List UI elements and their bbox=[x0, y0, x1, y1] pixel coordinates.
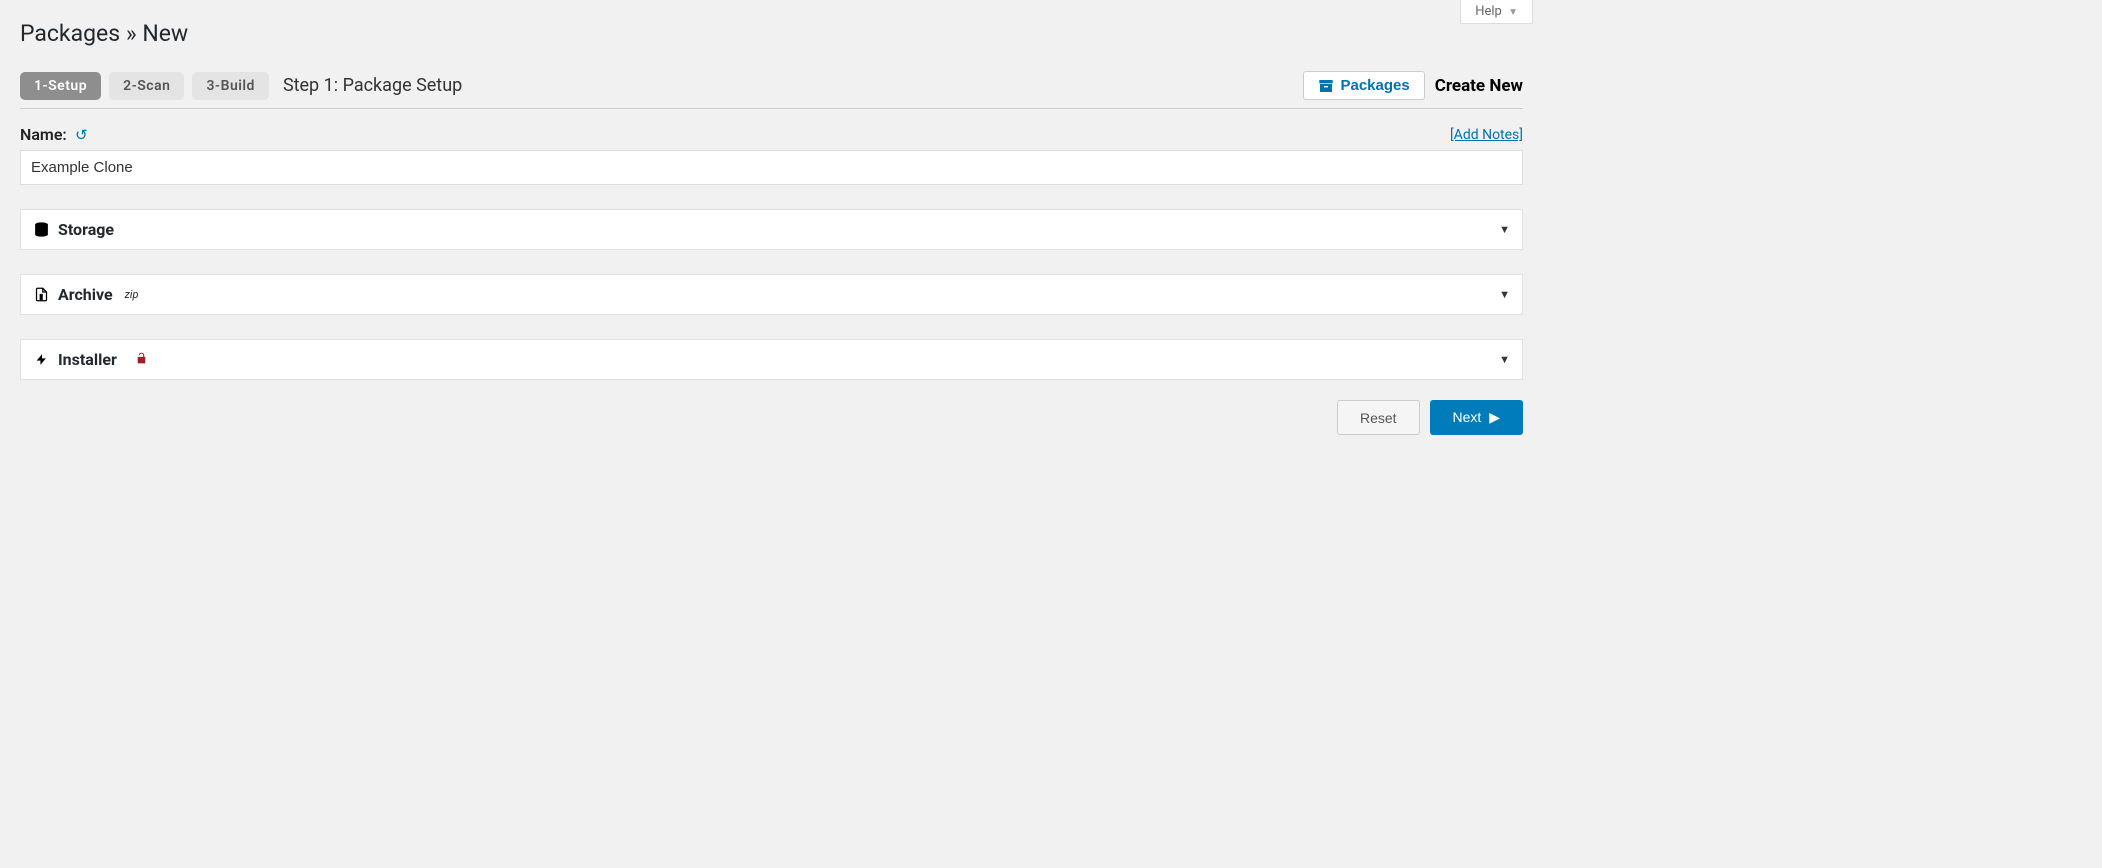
installer-panel[interactable]: Installer ▼ bbox=[20, 339, 1523, 380]
caret-down-icon: ▼ bbox=[1499, 353, 1510, 366]
help-tab[interactable]: Help ▼ bbox=[1460, 0, 1533, 24]
archive-panel-title: Archive zip bbox=[33, 285, 139, 304]
name-label: Name: bbox=[20, 125, 67, 144]
page-title: Packages » New bbox=[20, 0, 1523, 61]
reset-name-icon[interactable]: ↻ bbox=[75, 126, 88, 144]
package-name-input[interactable] bbox=[20, 150, 1523, 185]
play-icon: ▶ bbox=[1489, 409, 1500, 425]
bolt-icon bbox=[33, 351, 50, 368]
help-label: Help bbox=[1475, 4, 1502, 19]
packages-button[interactable]: Packages bbox=[1303, 71, 1424, 100]
unlock-icon bbox=[135, 351, 148, 369]
caret-down-icon: ▼ bbox=[1499, 223, 1510, 236]
step-title: Step 1: Package Setup bbox=[283, 75, 462, 96]
archive-panel[interactable]: Archive zip ▼ bbox=[20, 274, 1523, 315]
database-icon bbox=[33, 221, 50, 238]
storage-panel[interactable]: Storage ▼ bbox=[20, 209, 1523, 250]
caret-down-icon: ▼ bbox=[1508, 7, 1518, 18]
storage-panel-title: Storage bbox=[33, 220, 114, 239]
next-button[interactable]: Next ▶ bbox=[1430, 400, 1523, 435]
create-new-label: Create New bbox=[1435, 76, 1523, 96]
step-2-pill[interactable]: 2-Scan bbox=[109, 72, 184, 100]
footer-buttons: Reset Next ▶ bbox=[20, 400, 1523, 465]
step-toolbar: 1-Setup 2-Scan 3-Build Step 1: Package S… bbox=[20, 61, 1523, 109]
add-notes-link[interactable]: [Add Notes] bbox=[1450, 127, 1523, 143]
file-archive-icon bbox=[33, 286, 50, 303]
step-3-pill[interactable]: 3-Build bbox=[192, 72, 269, 100]
step-1-pill[interactable]: 1-Setup bbox=[20, 72, 101, 100]
caret-down-icon: ▼ bbox=[1499, 288, 1510, 301]
name-row: Name: ↻ [Add Notes] bbox=[20, 121, 1523, 150]
archive-format: zip bbox=[125, 288, 139, 301]
archive-box-icon bbox=[1318, 78, 1334, 94]
installer-panel-title: Installer bbox=[33, 350, 148, 369]
reset-button[interactable]: Reset bbox=[1337, 400, 1420, 435]
